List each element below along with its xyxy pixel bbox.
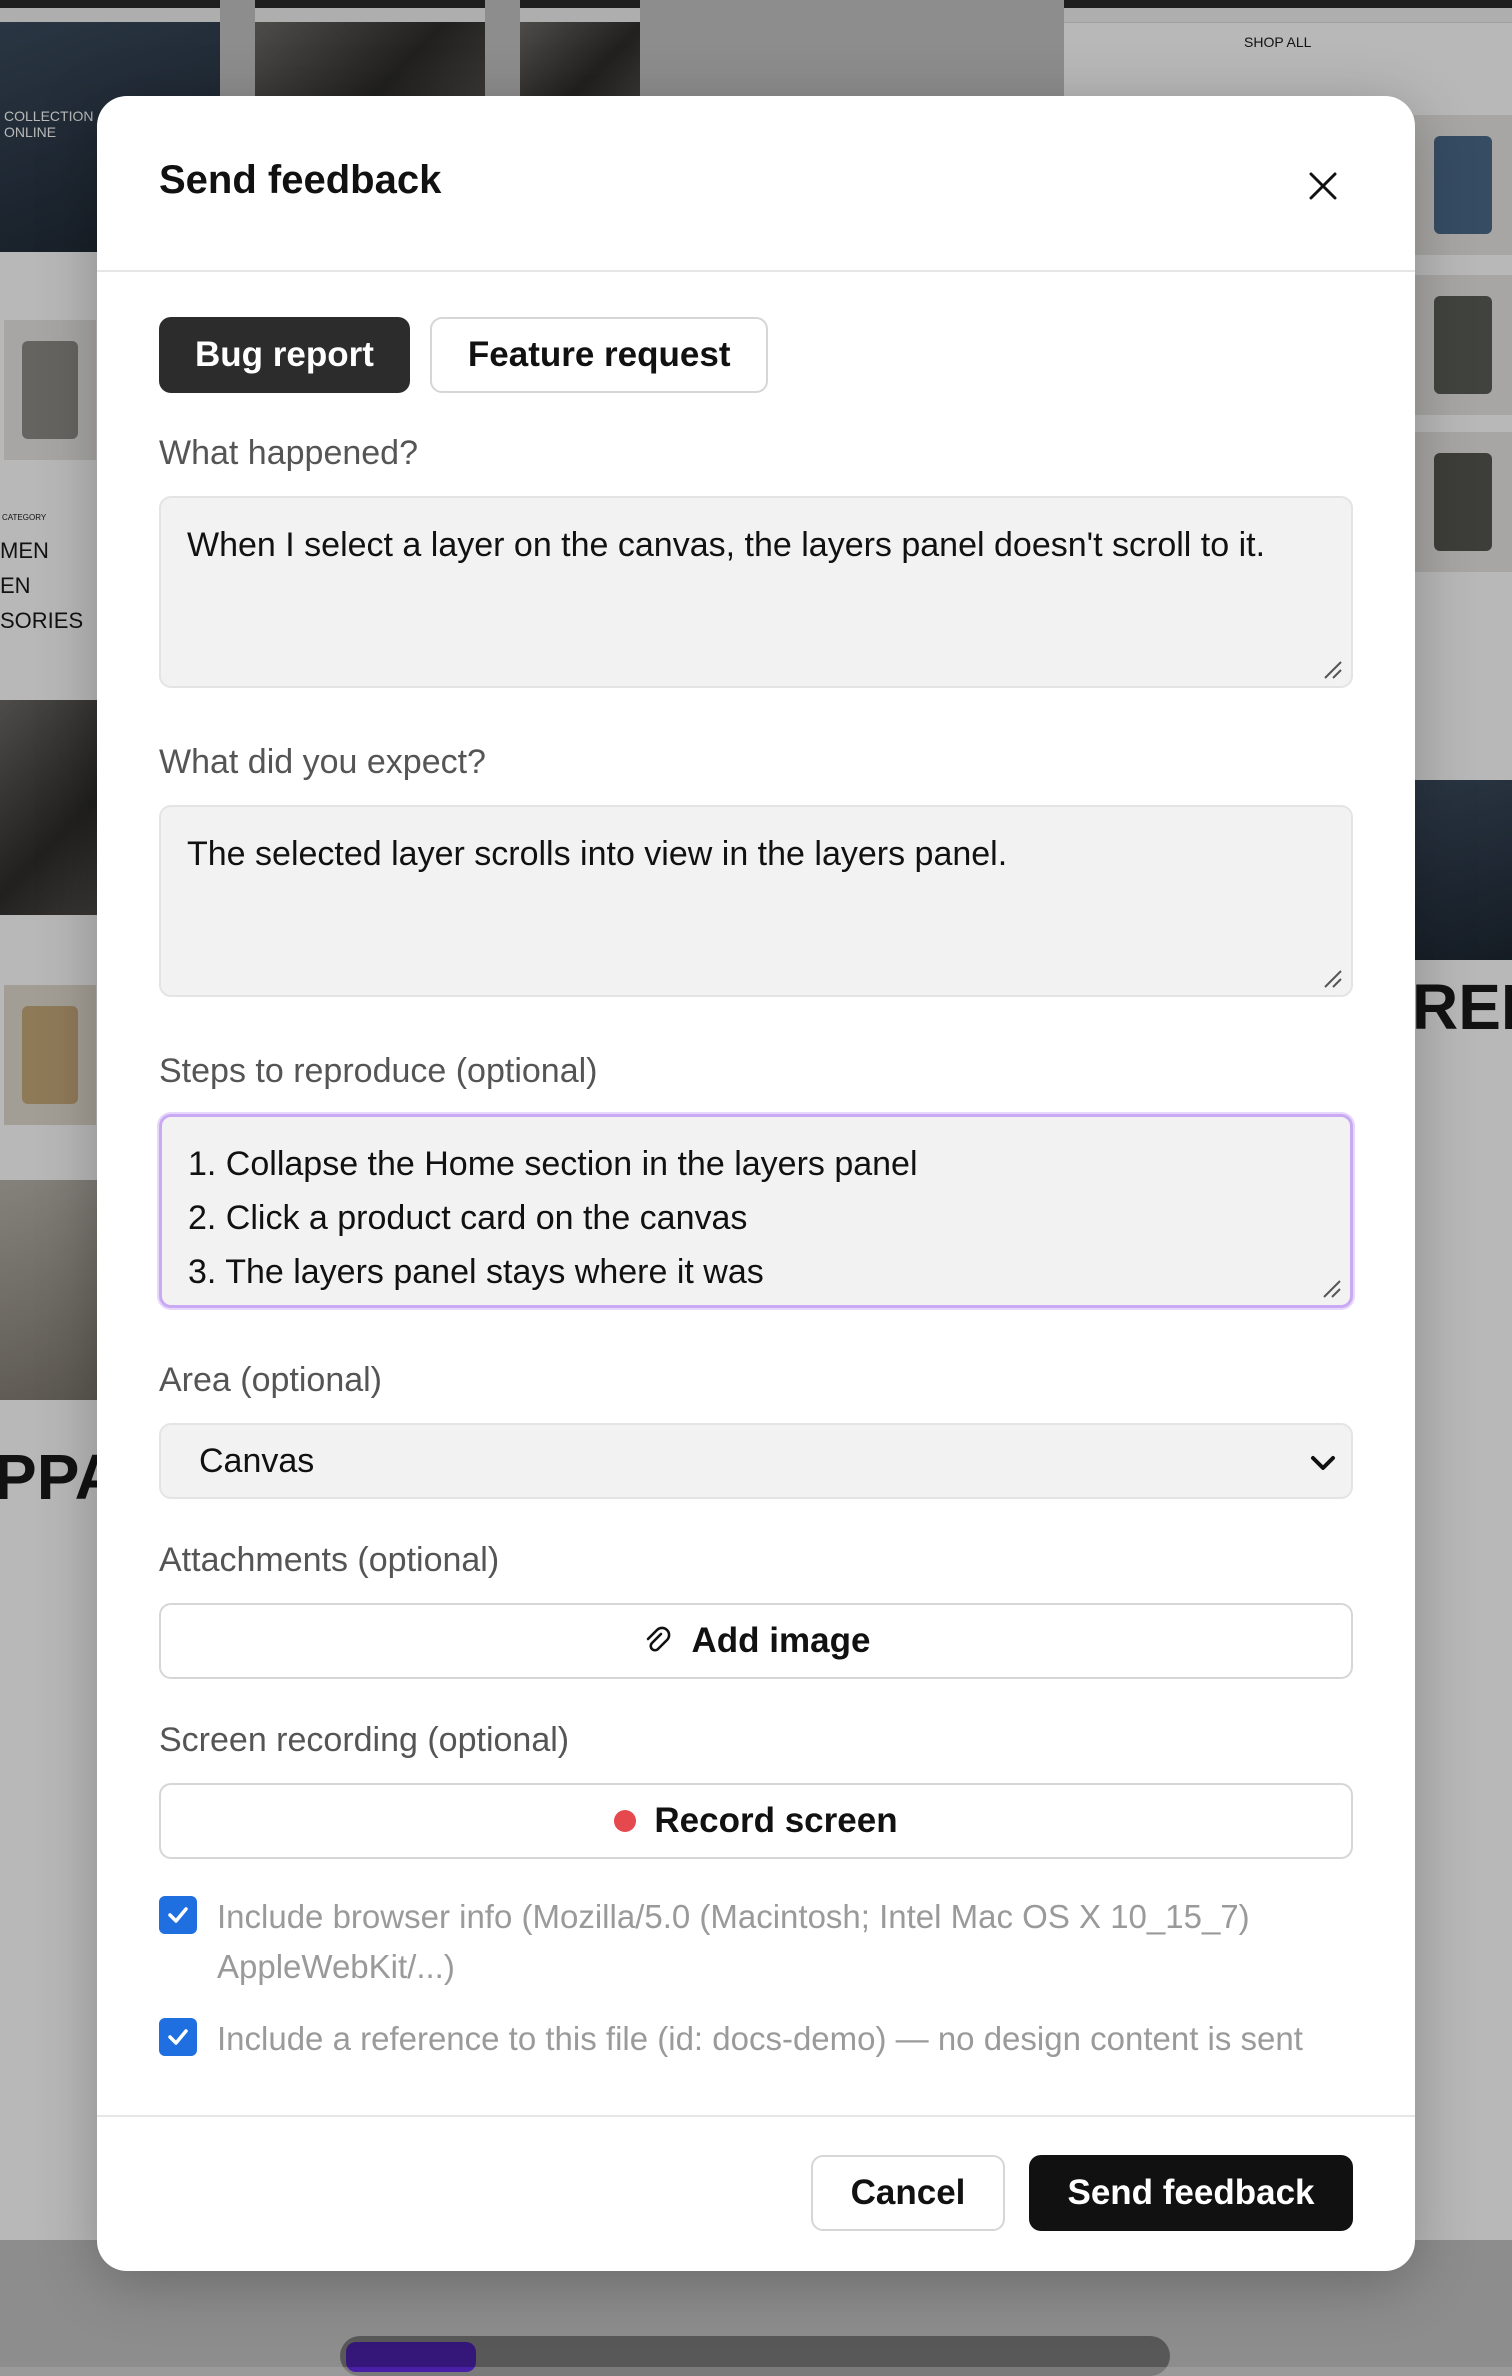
browser-info-checkbox[interactable] bbox=[159, 1896, 197, 1934]
resize-handle-icon[interactable] bbox=[1320, 1277, 1342, 1299]
dialog-footer: Cancel Send feedback bbox=[97, 2115, 1415, 2271]
what-expected-value: The selected layer scrolls into view in … bbox=[187, 835, 1008, 873]
tab-feature-request[interactable]: Feature request bbox=[429, 317, 769, 393]
add-image-button[interactable]: Add image bbox=[159, 1603, 1353, 1679]
feedback-dialog: Send feedback Bug report Feature request… bbox=[97, 96, 1415, 2271]
area-select[interactable]: Canvas bbox=[159, 1423, 1353, 1499]
file-reference-option: Include a reference to this file (id: do… bbox=[159, 2014, 1347, 2064]
resize-handle-icon[interactable] bbox=[1321, 967, 1343, 989]
record-screen-label: Record screen bbox=[654, 1801, 898, 1840]
browser-info-label: Include browser info (Mozilla/5.0 (Macin… bbox=[217, 1898, 1250, 1985]
what-happened-value: When I select a layer on the canvas, the… bbox=[187, 526, 1266, 564]
steps-field[interactable]: 1. Collapse the Home section in the laye… bbox=[159, 1114, 1353, 1308]
what-happened-field[interactable]: When I select a layer on the canvas, the… bbox=[159, 496, 1353, 688]
add-image-label: Add image bbox=[691, 1621, 871, 1660]
record-dot-icon bbox=[614, 1810, 637, 1832]
dialog-header: Send feedback bbox=[97, 96, 1415, 272]
file-reference-label: Include a reference to this file (id: do… bbox=[217, 2020, 1303, 2057]
steps-label: Steps to reproduce (optional) bbox=[159, 1052, 598, 1090]
paperclip-icon bbox=[646, 1626, 670, 1652]
dialog-title: Send feedback bbox=[159, 158, 442, 202]
cancel-button[interactable]: Cancel bbox=[811, 2155, 1005, 2231]
steps-line: 2. Click a product card on the canvas bbox=[188, 1199, 748, 1237]
browser-info-option: Include browser info (Mozilla/5.0 (Macin… bbox=[159, 1892, 1347, 1992]
send-feedback-button[interactable]: Send feedback bbox=[1029, 2155, 1353, 2231]
recording-label: Screen recording (optional) bbox=[159, 1721, 570, 1759]
what-expected-label: What did you expect? bbox=[159, 743, 486, 781]
tab-bug-report[interactable]: Bug report bbox=[159, 317, 410, 393]
attachments-label: Attachments (optional) bbox=[159, 1541, 500, 1579]
area-label: Area (optional) bbox=[159, 1361, 383, 1399]
checkmark-icon bbox=[168, 2029, 188, 2045]
what-happened-label: What happened? bbox=[159, 434, 418, 472]
record-screen-button[interactable]: Record screen bbox=[159, 1783, 1353, 1859]
steps-line: 3. The layers panel stays where it was bbox=[188, 1253, 764, 1291]
file-reference-checkbox[interactable] bbox=[159, 2018, 197, 2056]
resize-handle-icon[interactable] bbox=[1321, 658, 1343, 680]
close-button[interactable] bbox=[1301, 164, 1345, 208]
what-expected-field[interactable]: The selected layer scrolls into view in … bbox=[159, 805, 1353, 997]
feedback-type-tabs: Bug report Feature request bbox=[159, 317, 769, 393]
close-icon bbox=[1309, 172, 1337, 200]
steps-line: 1. Collapse the Home section in the laye… bbox=[188, 1145, 918, 1183]
checkmark-icon bbox=[168, 1907, 188, 1923]
area-selected-value: Canvas bbox=[199, 1441, 315, 1480]
chevron-down-icon bbox=[1311, 1456, 1335, 1470]
